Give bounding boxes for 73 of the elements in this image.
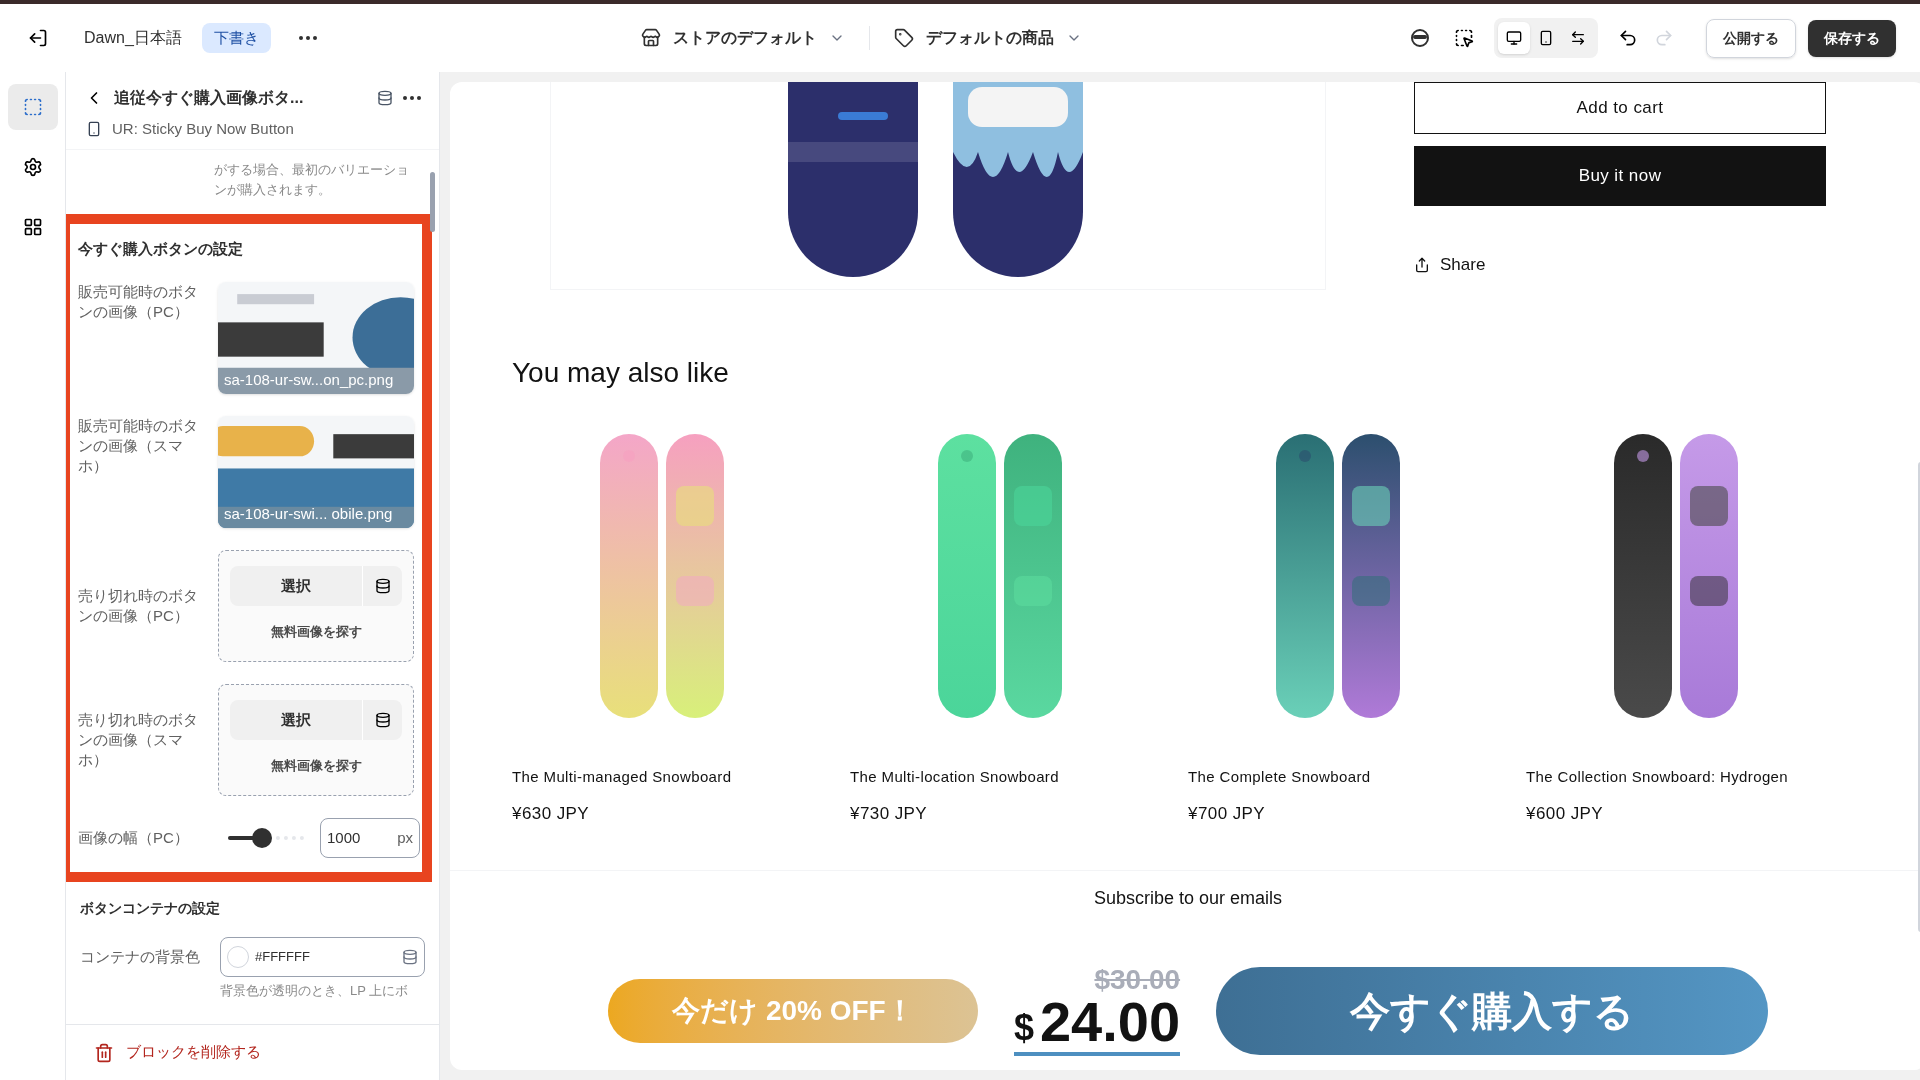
sections-icon	[22, 97, 43, 117]
image-filename: sa-108-ur-swi... obile.png	[224, 503, 393, 524]
field-label: 販売可能時のボタンの画像（スマホ）	[78, 416, 199, 476]
product-title[interactable]: The Collection Snowboard: Hydrogen	[1526, 766, 1840, 789]
database-icon	[374, 712, 391, 728]
template-selector[interactable]: ストアのデフォルト	[640, 26, 845, 50]
more-icon	[403, 96, 421, 100]
product-title[interactable]: The Complete Snowboard	[1188, 766, 1502, 789]
scrollbar[interactable]	[430, 171, 435, 232]
exit-icon	[28, 28, 48, 48]
arrows-icon	[1570, 30, 1586, 46]
unit-label: px	[397, 827, 413, 848]
buy-now-image-button[interactable]: 今すぐ購入する	[1216, 967, 1769, 1055]
product-title[interactable]: The Multi-managed Snowboard	[512, 766, 826, 789]
status-badge: 下書き	[201, 22, 271, 54]
theme-name: Dawn_日本語	[84, 28, 182, 48]
settings-icon	[22, 157, 43, 177]
panel-subtitle: UR: Sticky Buy Now Button	[112, 119, 294, 139]
old-price: $30.00	[1094, 966, 1181, 994]
color-field[interactable]: #FFFFFF	[220, 937, 425, 977]
field-label: 販売可能時のボタンの画像（PC）	[78, 282, 199, 322]
database-icon	[402, 949, 418, 965]
redo-icon	[1654, 28, 1674, 48]
store-icon	[640, 28, 661, 48]
apps-icon	[22, 217, 43, 237]
selection-pointer-icon	[1454, 28, 1474, 48]
section-heading: You may also like	[512, 356, 730, 390]
group-heading: 今すぐ購入ボタンの設定	[78, 238, 244, 259]
group-heading: ボタンコンテナの設定	[80, 899, 221, 918]
help-text: がする場合、最初のバリエーションが購入されます。	[214, 160, 410, 199]
phone-icon	[86, 121, 102, 138]
product-price: ¥730 JPY	[850, 802, 929, 825]
view-mode-button[interactable]	[1498, 22, 1530, 54]
add-to-cart-button[interactable]: Add to cart	[1414, 82, 1826, 134]
trash-icon	[94, 1042, 114, 1063]
image-dropzone[interactable]: 選択 無料画像を探す	[218, 684, 414, 796]
discount-badge: 今だけ 20% OFF！	[607, 979, 978, 1043]
currency-symbol: $	[1013, 1010, 1034, 1046]
slider-thumb[interactable]	[252, 828, 273, 848]
field-label: コンテナの背景色	[80, 946, 201, 967]
input-value: 1000	[327, 827, 361, 848]
publish-button[interactable]: 公開する	[1706, 18, 1796, 58]
delete-block-button[interactable]: ブロックを削除する	[94, 1041, 261, 1064]
undo-icon	[1618, 28, 1638, 48]
field-label: 画像の幅（PC）	[78, 828, 190, 848]
product-selector[interactable]: デフォルトの商品	[893, 26, 1082, 50]
share-icon	[1414, 256, 1430, 273]
share-button[interactable]: Share	[1414, 252, 1486, 278]
more-icon	[298, 36, 317, 40]
image-filename: sa-108-ur-sw...on_pc.png	[224, 369, 394, 390]
help-text: 背景色が透明のとき、LP 上にボ	[220, 982, 410, 1000]
width-input[interactable]: 1000 px	[320, 818, 420, 858]
explore-link[interactable]: 無料画像を探す	[270, 622, 362, 642]
buy-now-button[interactable]: Buy it now	[1414, 146, 1826, 206]
database-icon	[374, 578, 391, 594]
database-icon	[377, 90, 393, 106]
image-dropzone[interactable]: 選択 無料画像を探す	[218, 550, 414, 662]
subscribe-heading: Subscribe to our emails	[1093, 887, 1283, 910]
product-price: ¥700 JPY	[1188, 802, 1267, 825]
product-price: ¥630 JPY	[512, 802, 591, 825]
field-label: 売り切れ時のボタンの画像（PC）	[78, 586, 199, 626]
desktop-icon	[1506, 30, 1522, 46]
product-title[interactable]: The Multi-location Snowboard	[850, 766, 1164, 789]
color-value: #FFFFFF	[255, 948, 311, 967]
explore-link[interactable]: 無料画像を探す	[270, 756, 362, 776]
product-price: ¥600 JPY	[1526, 802, 1605, 825]
sale-price: 24.00	[1039, 994, 1181, 1050]
more-button[interactable]	[403, 96, 421, 100]
panel-title: 追従今すぐ購入画像ボタ...	[114, 88, 304, 108]
save-button[interactable]: 保存する	[1808, 19, 1896, 57]
field-label: 売り切れ時のボタンの画像（スマホ）	[78, 710, 199, 770]
mobile-icon	[1538, 30, 1554, 46]
tag-icon	[893, 28, 914, 48]
